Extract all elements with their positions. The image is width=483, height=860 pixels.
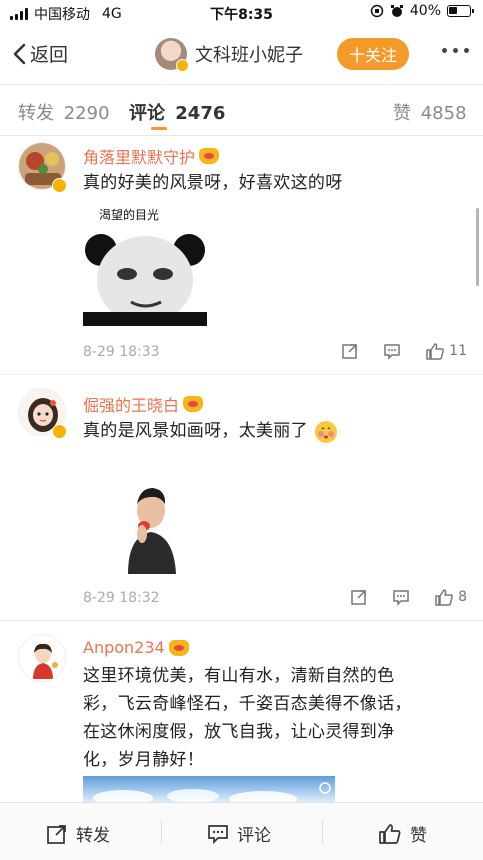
- orientation-lock-icon: [370, 4, 384, 18]
- back-label: 返回: [30, 44, 69, 66]
- author-name[interactable]: 文科班小妮子: [195, 41, 303, 67]
- comment-item: 倔强的王晓白 真的是风景如画呀，太美丽了 8-29 18:32 8: [0, 374, 483, 620]
- reply-button[interactable]: [392, 588, 410, 606]
- like-action-label: 赞: [410, 826, 427, 846]
- active-tab-indicator: [151, 127, 167, 130]
- comment-icon: [393, 590, 409, 606]
- tab-repost-label: 转发: [18, 103, 54, 124]
- comment-text-line: 这里环境优美，有山有水，清新自然的色: [83, 666, 395, 686]
- repost-action-label: 转发: [76, 826, 110, 846]
- battery-icon: [447, 5, 474, 17]
- tab-repost-count: 2290: [63, 103, 110, 124]
- verified-badge-icon: [52, 424, 67, 439]
- repost-icon: [342, 344, 357, 359]
- bottom-divider: [322, 820, 323, 844]
- alarm-icon: [390, 5, 403, 17]
- bottom-divider: [161, 820, 162, 844]
- interaction-tabs: 转发 2290 评论 2476 赞 4858: [0, 84, 483, 136]
- vip-crown-icon: [199, 148, 220, 164]
- sticker-image[interactable]: [118, 474, 184, 574]
- comment-action-button[interactable]: 评论: [207, 821, 271, 846]
- back-button[interactable]: 返回: [12, 40, 68, 67]
- like-button[interactable]: 8: [434, 588, 467, 606]
- status-bar: 中国移动 4G 下午8:35 40%: [0, 0, 483, 26]
- repost-button[interactable]: [341, 342, 359, 360]
- repost-icon: [351, 590, 366, 605]
- comment-action-label: 评论: [237, 826, 271, 846]
- like-count: 8: [458, 589, 467, 605]
- bottom-action-bar: 转发 评论 赞: [0, 802, 483, 860]
- sticker-caption: 渴望的目光: [99, 208, 160, 222]
- username-text: 倔强的王晓白: [83, 396, 180, 415]
- comment-actions: 8: [350, 588, 467, 606]
- username-text: 角落里默默守护: [83, 148, 196, 167]
- tab-like-count: 4858: [420, 103, 467, 124]
- comment-item: Anpon234 这里环境优美，有山有水，清新自然的色 彩，飞云奇峰怪石，千姿百…: [0, 620, 483, 802]
- tab-repost[interactable]: 转发 2290: [18, 99, 110, 125]
- comment-text-line: 彩，飞云奇峰怪石，千姿百态美得不像话，: [83, 694, 412, 714]
- reply-button[interactable]: [383, 342, 401, 360]
- author-avatar[interactable]: [155, 38, 189, 72]
- battery-percent: 40%: [409, 3, 441, 19]
- username-text: Anpon234: [83, 638, 165, 657]
- tab-comment-label: 评论: [129, 103, 165, 124]
- like-button[interactable]: 11: [425, 342, 467, 360]
- tab-like[interactable]: 赞 4858: [393, 99, 467, 125]
- like-icon: [379, 823, 401, 844]
- vip-crown-icon: [183, 396, 204, 412]
- like-icon: [435, 589, 453, 606]
- verified-badge-icon: [52, 178, 67, 193]
- comment-text: 真的好美的风景呀，好喜欢这的呀: [83, 173, 343, 193]
- tab-like-label: 赞: [393, 103, 411, 124]
- comment-time: 8-29 18:33: [83, 344, 160, 360]
- tab-comment-count: 2476: [175, 103, 226, 124]
- like-count: 11: [449, 343, 467, 359]
- repost-action-button[interactable]: 转发: [46, 821, 110, 846]
- like-action-button[interactable]: 赞: [378, 821, 427, 846]
- follow-button[interactable]: 十关注: [337, 38, 409, 70]
- more-icon[interactable]: [442, 48, 469, 53]
- comment-text-line: 在这休闲度假，放飞自我，让心灵得到净: [83, 722, 395, 742]
- comment-username[interactable]: 角落里默默守护: [83, 144, 220, 168]
- nav-bar: 返回 文科班小妮子 十关注: [0, 26, 483, 82]
- comment-time: 8-29 18:32: [83, 590, 160, 606]
- comment-icon: [208, 824, 228, 844]
- tab-comment[interactable]: 评论 2476: [129, 99, 225, 125]
- comment-username[interactable]: 倔强的王晓白: [83, 392, 204, 416]
- vip-crown-icon: [168, 639, 189, 656]
- repost-icon: [47, 824, 66, 844]
- weibo-comments-page: 中国移动 4G 下午8:35 40% 返回 文科班小妮子 十关注 转发 2290: [0, 0, 483, 860]
- comment-text-row: 真的是风景如画呀，太美丽了: [83, 418, 338, 445]
- comment-actions: 11: [341, 342, 467, 360]
- back-chevron-icon: [13, 43, 26, 64]
- cartoon-doll-avatar-image: [19, 635, 65, 681]
- comment-text: 这里环境优美，有山有水，清新自然的色 彩，飞云奇峰怪石，千姿百态美得不像话， 在…: [83, 662, 453, 774]
- comment-icon: [384, 344, 400, 360]
- comment-item: 角落里默默守护 真的好美的风景呀，好喜欢这的呀 渴望的目光 8-29 18:33: [0, 136, 483, 374]
- attached-photo[interactable]: [83, 776, 335, 802]
- comment-text: 真的是风景如画呀，太美丽了: [83, 421, 308, 441]
- like-icon: [426, 343, 445, 360]
- avatar[interactable]: [18, 634, 66, 682]
- blush-emoji-icon: [314, 420, 337, 443]
- sticker-image[interactable]: 渴望的目光: [83, 202, 207, 326]
- comment-text-line: 化，岁月静好！: [83, 750, 205, 770]
- comment-username[interactable]: Anpon234: [83, 638, 189, 657]
- verified-badge-icon: [176, 59, 189, 72]
- repost-button[interactable]: [350, 588, 368, 606]
